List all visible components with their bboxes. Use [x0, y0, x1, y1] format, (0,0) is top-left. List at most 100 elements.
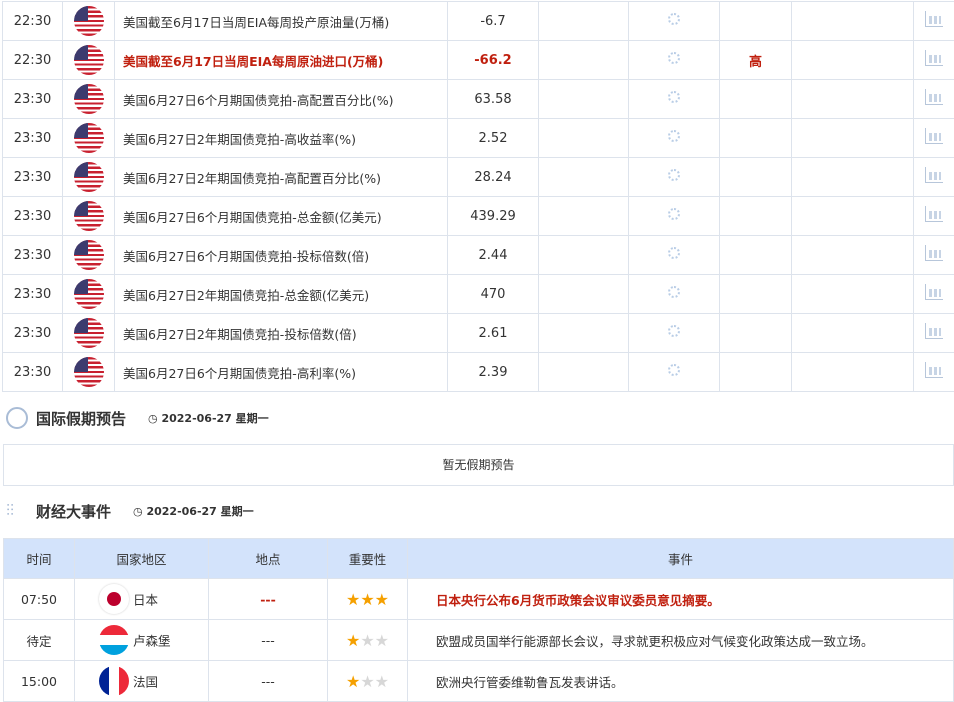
- forecast-value: [539, 236, 629, 275]
- event-place: ---: [209, 579, 328, 620]
- interpretation: [792, 80, 914, 119]
- event-description: 日本央行公布6月货币政策会议审议委员意见摘要。: [408, 579, 954, 620]
- interpretation: [792, 197, 914, 236]
- us-flag-icon: [74, 357, 104, 387]
- actual-value: -66.2: [448, 41, 539, 80]
- importance: [720, 275, 792, 314]
- chart-icon[interactable]: [925, 362, 943, 378]
- calendar-row: 23:30 美国6月27日6个月期国债竞拍-高利率(%) 2.39: [3, 353, 954, 392]
- actual-value: 470: [448, 275, 539, 314]
- chart-icon[interactable]: [925, 206, 943, 222]
- chart-icon[interactable]: [925, 128, 943, 144]
- country-name: 法国: [133, 675, 158, 690]
- loading-spinner-icon: [668, 52, 680, 64]
- calendar-row: 23:30 美国6月27日6个月期国债竞拍-高配置百分比(%) 63.58: [3, 80, 954, 119]
- header-event: 事件: [408, 539, 954, 579]
- importance: [720, 2, 792, 41]
- calendar-row: 23:30 美国6月27日2年期国债竞拍-高收益率(%) 2.52: [3, 119, 954, 158]
- time: 23:30: [3, 119, 63, 158]
- star-icon: ★: [360, 672, 374, 691]
- actual-value: 2.52: [448, 119, 539, 158]
- chart-icon[interactable]: [925, 89, 943, 105]
- holiday-title: 国际假期预告: [36, 408, 126, 429]
- calendar-row: 23:30 美国6月27日2年期国债竞拍-总金额(亿美元) 470: [3, 275, 954, 314]
- calendar-row: 22:30 美国截至6月17日当周EIA每周投产原油量(万桶) -6.7: [3, 2, 954, 41]
- holiday-date: ◷ 2022-06-27 星期一: [148, 410, 269, 426]
- holiday-section-header: 国际假期预告 ◷ 2022-06-27 星期一: [6, 407, 269, 429]
- actual-value: 2.39: [448, 353, 539, 392]
- time: 23:30: [3, 353, 63, 392]
- importance-stars: ★★★: [328, 620, 408, 661]
- us-flag-icon: [74, 318, 104, 348]
- importance: [720, 158, 792, 197]
- indicator-name: 美国6月27日6个月期国债竞拍-高利率(%): [115, 353, 448, 392]
- star-icon: ★: [375, 672, 389, 691]
- indicator-name: 美国6月27日2年期国债竞拍-高收益率(%): [115, 119, 448, 158]
- actual-value: 63.58: [448, 80, 539, 119]
- loading-spinner-icon: [668, 286, 680, 298]
- forecast-value: [539, 80, 629, 119]
- forecast-value: [539, 41, 629, 80]
- chart-icon[interactable]: [925, 323, 943, 339]
- event-place: ---: [209, 661, 328, 702]
- header-importance: 重要性: [328, 539, 408, 579]
- importance: [720, 314, 792, 353]
- star-icon: ★: [346, 590, 360, 609]
- actual-value: 28.24: [448, 158, 539, 197]
- chart-icon[interactable]: [925, 284, 943, 300]
- event-row: 15:00 法国 --- ★★★ 欧洲央行管委维勒鲁瓦发表讲话。: [4, 661, 954, 702]
- interpretation: [792, 2, 914, 41]
- chart-icon[interactable]: [925, 50, 943, 66]
- calendar-row: 22:30 美国截至6月17日当周EIA每周原油进口(万桶) -66.2 高: [3, 41, 954, 80]
- interpretation: [792, 314, 914, 353]
- star-icon: ★: [375, 590, 389, 609]
- importance: [720, 236, 792, 275]
- country-name: 日本: [133, 593, 158, 608]
- us-flag-icon: [74, 162, 104, 192]
- importance-stars: ★★★: [328, 661, 408, 702]
- chart-icon[interactable]: [925, 245, 943, 261]
- interpretation: [792, 41, 914, 80]
- globe-icon: [6, 407, 28, 429]
- event-time: 07:50: [4, 579, 75, 620]
- calendar-row: 23:30 美国6月27日6个月期国债竞拍-投标倍数(倍) 2.44: [3, 236, 954, 275]
- forecast-value: [539, 119, 629, 158]
- chart-icon[interactable]: [925, 11, 943, 27]
- header-time: 时间: [4, 539, 75, 579]
- forecast-value: [539, 2, 629, 41]
- interpretation: [792, 158, 914, 197]
- event-time: 待定: [4, 620, 75, 661]
- chart-icon[interactable]: [925, 167, 943, 183]
- loading-spinner-icon: [668, 13, 680, 25]
- loading-spinner-icon: [668, 130, 680, 142]
- importance: [720, 353, 792, 392]
- calendar-row: 23:30 美国6月27日2年期国债竞拍-投标倍数(倍) 2.61: [3, 314, 954, 353]
- actual-value: -6.7: [448, 2, 539, 41]
- events-section-header: ⫶⫶ 财经大事件 ◷ 2022-06-27 星期一: [6, 500, 254, 522]
- forecast-value: [539, 275, 629, 314]
- star-icon: ★: [360, 590, 374, 609]
- us-flag-icon: [74, 240, 104, 270]
- loading-spinner-icon: [668, 91, 680, 103]
- actual-value: 439.29: [448, 197, 539, 236]
- calendar-row: 23:30 美国6月27日6个月期国债竞拍-总金额(亿美元) 439.29: [3, 197, 954, 236]
- indicator-name: 美国6月27日6个月期国债竞拍-总金额(亿美元): [115, 197, 448, 236]
- time: 23:30: [3, 158, 63, 197]
- indicator-name: 美国6月27日2年期国债竞拍-总金额(亿美元): [115, 275, 448, 314]
- events-title: 财经大事件: [36, 501, 111, 522]
- interpretation: [792, 353, 914, 392]
- loading-spinner-icon: [668, 325, 680, 337]
- star-icon: ★: [360, 631, 374, 650]
- time: 22:30: [3, 2, 63, 41]
- economic-calendar-table: 22:30 美国截至6月17日当周EIA每周投产原油量(万桶) -6.7 22:…: [2, 1, 954, 392]
- loading-spinner-icon: [668, 169, 680, 181]
- event-time: 15:00: [4, 661, 75, 702]
- star-icon: ★: [375, 631, 389, 650]
- importance: 高: [720, 41, 792, 80]
- us-flag-icon: [74, 279, 104, 309]
- star-icon: ★: [346, 631, 360, 650]
- event-description: 欧盟成员国举行能源部长会议，寻求就更积极应对气候变化政策达成一致立场。: [408, 620, 954, 661]
- event-description: 欧洲央行管委维勒鲁瓦发表讲话。: [408, 661, 954, 702]
- event-place: ---: [209, 620, 328, 661]
- indicator-name: 美国6月27日2年期国债竞拍-高配置百分比(%): [115, 158, 448, 197]
